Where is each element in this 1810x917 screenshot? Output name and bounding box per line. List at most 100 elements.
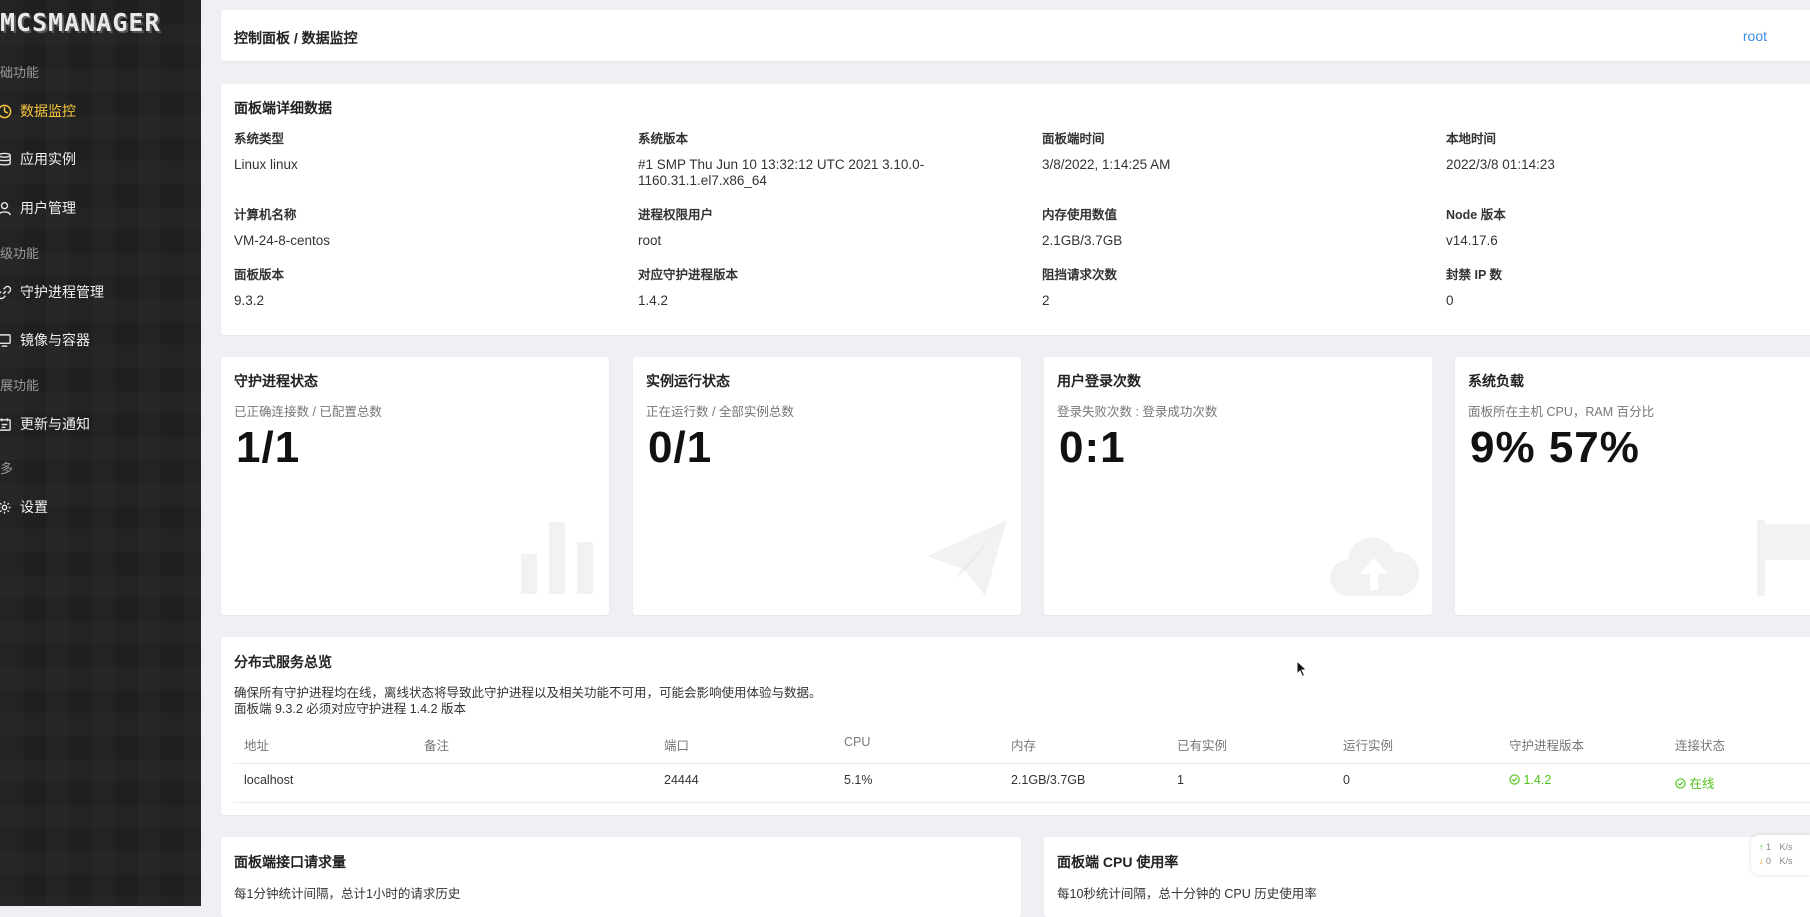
details-title: 面板端详细数据 <box>234 100 332 116</box>
info-key-panel-time: 面板端时间 <box>1042 132 1105 146</box>
sidebar-group-advanced: 级功能 <box>0 246 40 261</box>
cloud-upload-icon <box>1328 528 1420 603</box>
info-key-blocked-requests: 阻挡请求次数 <box>1042 268 1118 282</box>
column-header-daemon-version: 守护进程版本 <box>1509 739 1585 753</box>
stat-card-daemon-status: 守护进程状态 已正确连接数 / 已配置总数 1/1 <box>221 357 609 615</box>
cell-port: 24444 <box>664 773 699 787</box>
monitor-icon <box>0 332 12 348</box>
chart-title: 面板端 CPU 使用率 <box>1057 854 1179 870</box>
arrow-down-icon: ↓ <box>1759 856 1764 866</box>
stat-card-login-count: 用户登录次数 登录失败次数 : 登录成功次数 0:1 <box>1044 357 1432 615</box>
gear-icon <box>0 499 12 515</box>
daemon-version-text: 1.4.2 <box>1523 773 1552 787</box>
table-row-divider <box>233 802 1810 803</box>
sidebar-item-updates[interactable]: 更新与通知 <box>0 404 201 444</box>
sidebar-item-label: 应用实例 <box>20 151 76 167</box>
cell-connection-status: 在线 <box>1675 773 1715 792</box>
info-key-banned-ips: 封禁 IP 数 <box>1446 268 1503 282</box>
cell-cpu: 5.1% <box>844 773 873 787</box>
stat-value: 0:1 <box>1059 423 1126 472</box>
stat-title: 系统负载 <box>1468 373 1524 389</box>
info-value-banned-ips: 0 <box>1446 293 1454 308</box>
info-value-os-type: Linux linux <box>234 157 298 172</box>
cpu-chart-card: 面板端 CPU 使用率 每10秒统计间隔，总十分钟的 CPU 历史使用率 <box>1044 837 1810 917</box>
paper-plane-icon <box>925 518 1009 603</box>
sidebar-item-users[interactable]: 用户管理 <box>0 188 201 228</box>
panel-details-card: 面板端详细数据 系统类型 Linux linux 系统版本 #1 SMP Thu… <box>221 84 1810 335</box>
sidebar-item-label: 镜像与容器 <box>20 332 90 348</box>
cell-running: 0 <box>1343 773 1350 787</box>
column-header-address: 地址 <box>244 739 270 753</box>
sidebar-group-basic: 础功能 <box>0 65 40 80</box>
info-key-hostname: 计算机名称 <box>234 208 297 222</box>
stat-card-system-load: 系统负载 面板所在主机 CPU，RAM 百分比 9% 57% <box>1455 357 1810 615</box>
sidebar-item-label: 用户管理 <box>20 200 76 216</box>
info-value-memory: 2.1GB/3.7GB <box>1042 233 1123 248</box>
connection-status-text: 在线 <box>1689 777 1715 791</box>
distributed-version-note: 面板端 9.3.2 必须对应守护进程 1.4.2 版本 <box>234 702 466 716</box>
mouse-cursor-icon <box>1296 659 1308 683</box>
column-header-remark: 备注 <box>424 739 450 753</box>
chart-subtitle: 每1分钟统计间隔，总计1小时的请求历史 <box>234 887 461 901</box>
info-value-os-version-line2: 1160.31.1.el7.x86_64 <box>638 173 767 188</box>
stat-value: 9% 57% <box>1470 423 1640 472</box>
request-chart-card: 面板端接口请求量 每1分钟统计间隔，总计1小时的请求历史 <box>221 837 1021 917</box>
header-bar: 控制面板 / 数据监控 root <box>221 10 1810 61</box>
sidebar-item-label: 更新与通知 <box>20 416 90 432</box>
info-value-node-version: v14.17.6 <box>1446 233 1498 248</box>
sidebar-item-instances[interactable]: 应用实例 <box>0 139 201 179</box>
stat-title: 守护进程状态 <box>234 373 318 389</box>
sidebar-item-dashboard[interactable]: 数据监控 <box>0 91 201 131</box>
stat-title: 用户登录次数 <box>1057 373 1141 389</box>
column-header-instances: 已有实例 <box>1177 739 1228 753</box>
column-header-running: 运行实例 <box>1343 739 1394 753</box>
user-icon <box>0 200 12 216</box>
info-key-os-version: 系统版本 <box>638 132 689 146</box>
dashboard-icon <box>0 103 12 119</box>
info-value-daemon-version: 1.4.2 <box>638 293 669 308</box>
arrow-up-icon: ↑ <box>1759 842 1764 852</box>
download-speed: ↓ 0 K/s <box>1759 856 1793 866</box>
check-circle-icon <box>1509 773 1523 787</box>
table-header-divider <box>233 763 1810 764</box>
info-key-memory: 内存使用数值 <box>1042 208 1118 222</box>
sidebar-item-label: 数据监控 <box>20 103 76 119</box>
stat-subtitle: 面板所在主机 CPU，RAM 百分比 <box>1468 405 1655 419</box>
info-value-process-user: root <box>638 233 662 248</box>
info-value-panel-version: 9.3.2 <box>234 293 265 308</box>
stat-value: 1/1 <box>236 423 301 472</box>
sidebar-item-label: 设置 <box>20 499 48 515</box>
chart-subtitle: 每10秒统计间隔，总十分钟的 CPU 历史使用率 <box>1057 887 1317 901</box>
info-key-process-user: 进程权限用户 <box>638 208 714 222</box>
stat-subtitle: 正在运行数 / 全部实例总数 <box>646 405 794 419</box>
sidebar-item-images[interactable]: 镜像与容器 <box>0 320 201 360</box>
bar-chart-icon <box>517 518 597 603</box>
sidebar-item-settings[interactable]: 设置 <box>0 487 201 527</box>
check-circle-icon <box>1675 777 1689 791</box>
info-key-node-version: Node 版本 <box>1446 208 1506 222</box>
cell-daemon-version: 1.4.2 <box>1509 773 1551 787</box>
database-icon <box>0 151 12 167</box>
cell-memory: 2.1GB/3.7GB <box>1011 773 1086 787</box>
chart-title: 面板端接口请求量 <box>234 854 346 870</box>
sidebar-item-daemons[interactable]: 守护进程管理 <box>0 272 201 312</box>
sidebar: MCSMANAGER 础功能 数据监控 应用实例 用户管理 级功能 守护进程管理… <box>0 0 201 906</box>
info-value-os-version: #1 SMP Thu Jun 10 13:32:12 UTC 2021 3.10… <box>638 157 925 172</box>
distributed-overview-card: 分布式服务总览 确保所有守护进程均在线，离线状态将导致此守护进程以及相关功能不可… <box>221 637 1810 815</box>
breadcrumb: 控制面板 / 数据监控 <box>234 30 358 46</box>
column-header-memory: 内存 <box>1011 739 1037 753</box>
sidebar-item-label: 守护进程管理 <box>20 284 104 300</box>
stat-subtitle: 已正确连接数 / 已配置总数 <box>234 405 382 419</box>
upload-speed: ↑ 1 K/s <box>1759 842 1793 852</box>
stat-card-instance-status: 实例运行状态 正在运行数 / 全部实例总数 0/1 <box>633 357 1021 615</box>
info-value-hostname: VM-24-8-centos <box>234 233 331 248</box>
column-header-cpu: CPU <box>844 735 871 749</box>
info-value-blocked-requests: 2 <box>1042 293 1050 308</box>
column-header-port: 端口 <box>664 739 690 753</box>
flag-icon <box>1755 518 1810 603</box>
network-speed-widget[interactable]: ↑ 1 K/s ↓ 0 K/s <box>1751 835 1810 875</box>
cell-instances: 1 <box>1177 773 1184 787</box>
user-menu-link[interactable]: root <box>1743 28 1767 44</box>
info-value-local-time: 2022/3/8 01:14:23 <box>1446 157 1555 172</box>
stat-subtitle: 登录失败次数 : 登录成功次数 <box>1057 405 1218 419</box>
